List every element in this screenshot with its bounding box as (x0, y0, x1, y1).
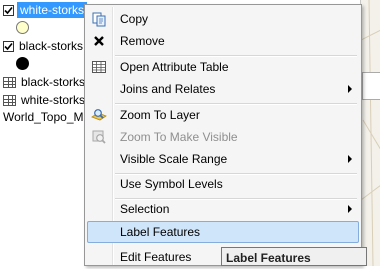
table-name[interactable]: black-storks (21, 75, 85, 89)
table-icon (3, 94, 16, 106)
table-icon (3, 76, 16, 88)
toc-layer-basemap[interactable]: World_Topo_M (3, 108, 83, 126)
submenu-arrow-icon (348, 85, 352, 93)
layer-name[interactable]: white-storks (17, 2, 88, 18)
submenu-arrow-icon (348, 155, 352, 163)
layer-visibility-checkbox[interactable] (3, 4, 14, 16)
table-name[interactable]: white-storks (21, 93, 85, 107)
layer-name[interactable]: black-storks (19, 39, 83, 53)
menu-item-label-features[interactable]: Label Features (87, 221, 359, 243)
point-symbol-icon[interactable] (16, 21, 29, 34)
toc-table-white-storks[interactable]: white-storks (3, 91, 85, 109)
context-menu: Copy Remove Open Attribute Table Joins a… (84, 4, 362, 266)
table-icon (92, 61, 106, 73)
menu-item-label: Label Features (120, 225, 201, 239)
menu-item-label: Copy (120, 12, 149, 26)
menu-item-label: Zoom To Make Visible (120, 130, 238, 144)
point-symbol-icon[interactable] (16, 57, 29, 70)
menu-item-remove[interactable]: Remove (87, 30, 359, 52)
menu-item-visible-scale-range[interactable]: Visible Scale Range (87, 148, 359, 170)
map-inset-box (362, 72, 380, 100)
map-roads-graphic (360, 0, 380, 267)
remove-icon (94, 36, 104, 46)
map-view[interactable] (360, 0, 380, 267)
menu-item-label: Selection (120, 202, 170, 216)
zoom-to-layer-icon (91, 109, 107, 121)
layer-name[interactable]: World_Topo_M (3, 110, 83, 124)
check-icon (4, 42, 13, 50)
menu-item-label: Edit Features (120, 250, 192, 264)
layer-visibility-checkbox[interactable] (3, 40, 14, 52)
menu-item-use-symbol-levels[interactable]: Use Symbol Levels (87, 173, 359, 195)
menu-item-label: Open Attribute Table (120, 60, 229, 74)
tooltip: Label Features (221, 247, 367, 266)
menu-item-label: Visible Scale Range (120, 152, 228, 166)
check-icon (4, 6, 13, 14)
submenu-arrow-icon (348, 205, 352, 213)
toc-layer-white-storks[interactable]: white-storks (3, 1, 88, 19)
menu-item-zoom-to-layer[interactable]: Zoom To Layer (87, 104, 359, 126)
copy-icon (92, 12, 106, 27)
zoom-visible-icon (92, 130, 106, 144)
menu-item-open-attribute-table[interactable]: Open Attribute Table (87, 56, 359, 78)
toc-layer-black-storks[interactable]: black-storks (3, 37, 83, 55)
menu-item-label: Joins and Relates (120, 82, 216, 96)
menu-item-label: Remove (120, 34, 165, 48)
menu-item-copy[interactable]: Copy (87, 8, 359, 30)
menu-item-selection[interactable]: Selection (87, 198, 359, 220)
menu-item-zoom-to-make-visible: Zoom To Make Visible (87, 126, 359, 148)
menu-item-label: Use Symbol Levels (120, 177, 223, 191)
toc-table-black-storks[interactable]: black-storks (3, 73, 85, 91)
menu-item-joins-and-relates[interactable]: Joins and Relates (87, 78, 359, 100)
menu-item-label: Zoom To Layer (120, 108, 200, 122)
